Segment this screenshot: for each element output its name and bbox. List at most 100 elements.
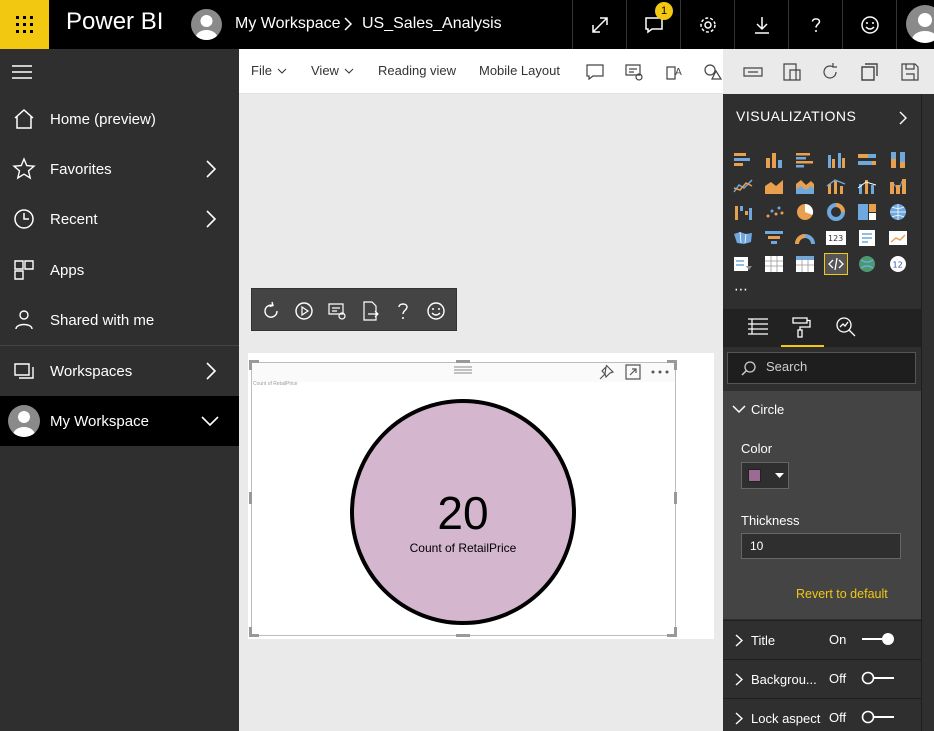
globe-icon[interactable] [856,254,878,274]
fields-pane-collapsed-strip[interactable] [921,94,934,731]
debug-icon[interactable] [326,300,348,322]
sidebar-item-favorites[interactable]: Favorites [0,144,239,194]
thickness-input[interactable] [741,533,901,559]
notifications-button[interactable]: 1 [626,0,680,49]
slicer-icon[interactable] [732,254,754,274]
download-button[interactable] [734,0,788,49]
export-icon[interactable] [359,300,381,322]
button-icon[interactable] [742,61,764,83]
sidebar-item-apps[interactable]: Apps [0,245,239,295]
resize-handle[interactable] [249,627,252,637]
sidebar-item-home[interactable]: Home (preview) [0,94,239,144]
pin-icon[interactable] [597,363,615,381]
treemap-icon[interactable] [856,202,878,222]
feedback-button[interactable] [842,0,896,49]
line-stacked-column-icon[interactable] [856,176,878,196]
lock-aspect-section-row[interactable]: Lock aspect Off [723,699,921,731]
sidebar-item-recent[interactable]: Recent [0,194,239,244]
background-toggle-off[interactable] [861,671,895,685]
line-chart-icon[interactable] [732,176,754,196]
title-toggle-on[interactable] [861,632,895,646]
help-button[interactable] [788,0,842,49]
stacked-bar-icon[interactable] [732,150,754,170]
file-menu[interactable]: File [251,63,287,78]
lock-aspect-toggle-off[interactable] [861,710,895,724]
resize-handle[interactable] [456,360,470,363]
breadcrumb-workspace[interactable]: My Workspace [235,15,341,33]
kpi-icon[interactable] [887,228,909,248]
scatter-icon[interactable] [763,202,785,222]
area-chart-icon[interactable] [763,176,785,196]
explore-icon[interactable] [623,61,645,83]
donut-chart-icon[interactable] [825,202,847,222]
reading-view-button[interactable]: Reading view [378,63,456,78]
resize-handle[interactable] [456,634,470,637]
brand-name[interactable]: Power BI [66,8,163,36]
custom-visual-icon[interactable] [824,253,848,275]
title-section-row[interactable]: Title On [723,621,921,659]
chevron-right-icon[interactable] [898,110,908,126]
play-icon[interactable] [293,300,315,322]
100-column-icon[interactable] [887,150,909,170]
color-picker[interactable] [741,462,789,489]
chevron-right-icon[interactable] [204,209,218,229]
drag-handle-icon[interactable] [453,366,473,374]
smiley-icon[interactable] [425,300,447,322]
fields-tab-icon[interactable] [746,315,770,339]
question-icon[interactable] [392,300,414,322]
resize-handle[interactable] [674,360,677,370]
100-bar-icon[interactable] [856,150,878,170]
shapes-icon[interactable] [702,61,724,83]
save-icon[interactable] [899,61,921,83]
comment-icon[interactable] [584,61,606,83]
refresh-icon[interactable] [819,61,841,83]
app-launcher-button[interactable] [0,0,49,49]
sidebar-item-my-workspace[interactable]: My Workspace [0,396,239,446]
more-options-icon[interactable] [651,370,669,374]
filled-map-icon[interactable] [732,228,754,248]
chevron-right-icon[interactable] [204,159,218,179]
more-visuals-icon[interactable]: ⋯ [734,282,749,298]
breadcrumb-report[interactable]: US_Sales_Analysis [362,15,502,33]
stacked-column-icon[interactable] [763,150,785,170]
expand-button[interactable] [572,0,626,49]
clustered-bar-icon[interactable] [794,150,816,170]
mobile-layout-button[interactable]: Mobile Layout [479,63,560,78]
clustered-column-icon[interactable] [825,150,847,170]
hamburger-icon[interactable] [12,65,32,79]
search-input[interactable] [766,359,906,374]
funnel-icon[interactable] [763,228,785,248]
table-icon[interactable] [763,254,785,274]
card-icon[interactable]: 123 [825,228,847,248]
sidebar-item-workspaces[interactable]: Workspaces [0,346,239,396]
chevron-right-icon[interactable] [204,361,218,381]
sidebar-item-shared[interactable]: Shared with me [0,295,239,345]
chevron-down-icon[interactable] [200,414,220,428]
matrix-icon[interactable] [794,254,816,274]
refresh-icon[interactable] [260,300,282,322]
view-menu[interactable]: View [311,63,354,78]
format-paint-roller-icon[interactable] [789,315,813,339]
ribbon-chart-icon[interactable] [887,176,909,196]
gauge-icon[interactable] [794,228,816,248]
multi-row-card-icon[interactable] [856,228,878,248]
stacked-area-icon[interactable] [794,176,816,196]
revert-to-default-link[interactable]: Revert to default [796,587,888,601]
resize-handle[interactable] [249,360,252,370]
textbox-icon[interactable]: A [663,61,685,83]
duplicate-icon[interactable] [859,61,881,83]
background-section-row[interactable]: Backgrou... Off [723,660,921,698]
badge-12-icon[interactable]: 12 [887,254,909,274]
circle-section-header[interactable]: Circle [723,391,921,429]
resize-handle[interactable] [674,492,677,504]
settings-button[interactable] [680,0,734,49]
map-icon[interactable] [887,202,909,222]
focus-mode-icon[interactable] [624,363,642,381]
resize-handle[interactable] [249,492,252,504]
analytics-tab-icon[interactable] [833,315,857,339]
waterfall-icon[interactable] [732,202,754,222]
line-clustered-column-icon[interactable] [825,176,847,196]
pie-chart-icon[interactable] [794,202,816,222]
resize-handle[interactable] [674,627,677,637]
visual-interactions-icon[interactable] [781,61,803,83]
